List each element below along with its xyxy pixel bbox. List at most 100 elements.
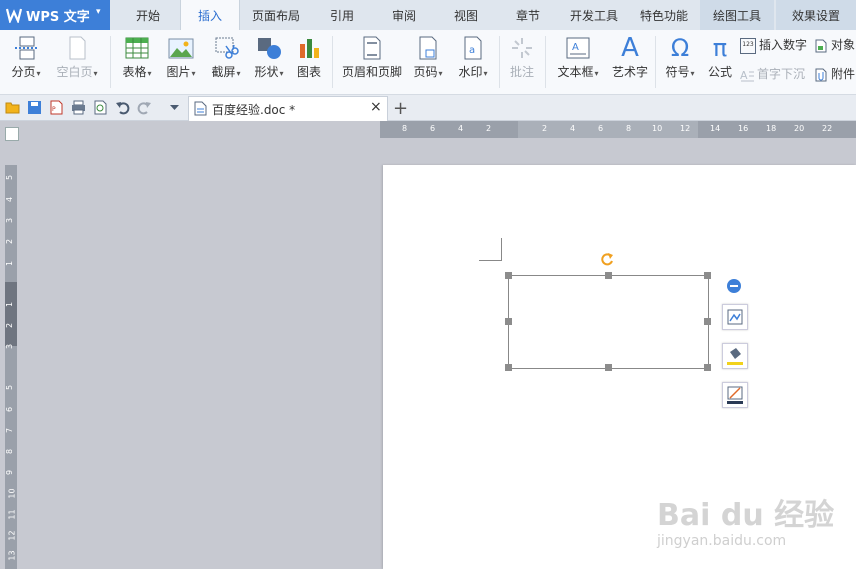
page-break-label: 分页: [11, 65, 36, 79]
redo-icon[interactable]: [137, 100, 152, 115]
header-footer-button[interactable]: 页眉和页脚: [340, 34, 404, 80]
insert-number-button[interactable]: 123 插入数字: [740, 36, 807, 54]
ruler-number: 8: [5, 448, 15, 455]
drop-cap-button[interactable]: A 首字下沉: [740, 65, 805, 82]
page-break-button[interactable]: 分页▾: [6, 34, 46, 80]
table-label: 表格: [122, 65, 147, 79]
wordart-label: 艺术字: [611, 65, 648, 79]
textbox-button[interactable]: A 文本框▾: [553, 34, 603, 80]
export-pdf-icon[interactable]: P: [49, 100, 64, 115]
attachment-button[interactable]: 附件: [814, 65, 855, 82]
ruler-number: 12: [7, 530, 17, 541]
layout-options-icon: [727, 309, 743, 325]
save-icon[interactable]: [27, 100, 42, 115]
picture-button[interactable]: 图片▾: [162, 34, 200, 80]
ruler-number: 6: [5, 406, 15, 413]
tab-effect-settings[interactable]: 效果设置: [776, 0, 856, 30]
svg-text:P: P: [52, 106, 56, 113]
layout-options-button[interactable]: [722, 304, 748, 330]
ruler-number: 2: [486, 124, 492, 133]
tab-references[interactable]: 引用: [318, 0, 366, 30]
shapes-icon: [258, 38, 281, 59]
wps-logo-icon: [6, 8, 22, 23]
ruler-number: 6: [430, 124, 436, 133]
resize-handle-w[interactable]: [505, 318, 512, 325]
resize-handle-ne[interactable]: [704, 272, 711, 279]
horizontal-ruler[interactable]: 8 6 4 2 2 4 6 8 10 12 14 16 18 20 22: [380, 121, 856, 138]
page-number-icon: [419, 36, 437, 60]
document-name: 百度经验.doc *: [212, 103, 296, 117]
chevron-down-icon: ▾: [96, 7, 101, 17]
tab-section[interactable]: 章节: [504, 0, 552, 30]
object-label: 对象: [831, 38, 856, 52]
new-tab-button[interactable]: +: [393, 98, 408, 119]
ruler-tab-selector[interactable]: [5, 127, 19, 141]
watermark-button[interactable]: a 水印▾: [454, 34, 492, 80]
formula-button[interactable]: π 公式: [704, 34, 736, 80]
drop-cap-label: 首字下沉: [757, 67, 806, 81]
resize-handle-n[interactable]: [605, 272, 612, 279]
chart-button[interactable]: 图表: [293, 34, 325, 80]
page-number-button[interactable]: 页码▾: [409, 34, 447, 80]
close-icon[interactable]: ×: [370, 99, 382, 115]
wordart-icon: A: [621, 33, 639, 63]
document-tab[interactable]: 百度经验.doc * ×: [188, 96, 388, 121]
resize-handle-s[interactable]: [605, 364, 612, 371]
symbol-button[interactable]: Ω 符号▾: [661, 34, 699, 80]
header-footer-label: 页眉和页脚: [341, 65, 402, 79]
ruler-number: 10: [7, 488, 17, 499]
ruler-number: 11: [7, 509, 17, 520]
ruler-number: 2: [542, 124, 548, 133]
comment-button[interactable]: 批注: [506, 34, 538, 80]
svg-text:a: a: [469, 45, 475, 56]
collapse-float-toolbar-button[interactable]: [727, 279, 741, 293]
print-preview-icon[interactable]: [93, 100, 108, 115]
outline-color-button[interactable]: [722, 382, 748, 408]
wordart-button[interactable]: A 艺术字: [610, 34, 650, 80]
undo-icon[interactable]: [115, 100, 130, 115]
tab-insert[interactable]: 插入: [180, 0, 240, 31]
symbol-label: 符号: [665, 65, 690, 79]
shapes-button[interactable]: 形状▾: [250, 34, 288, 80]
margin-corner-mark: [479, 238, 502, 261]
blank-page-button[interactable]: 空白页▾: [52, 34, 102, 80]
object-button[interactable]: 对象: [814, 36, 855, 53]
pi-icon: π: [712, 34, 728, 62]
document-icon: [194, 101, 207, 116]
print-icon[interactable]: [71, 100, 86, 115]
tab-special-features[interactable]: 特色功能: [632, 0, 696, 30]
tab-drawing-tools[interactable]: 绘图工具: [700, 0, 774, 30]
resize-handle-se[interactable]: [704, 364, 711, 371]
vertical-ruler[interactable]: 5 4 3 2 1 1 2 3 5 6 7 8 9 10 11 12 13: [5, 165, 17, 569]
selected-textbox[interactable]: [505, 272, 711, 371]
omega-icon: Ω: [670, 34, 690, 62]
ribbon-separator: [499, 36, 500, 88]
tab-page-layout[interactable]: 页面布局: [244, 0, 308, 30]
ruler-number: 10: [652, 124, 663, 133]
ruler-number: 12: [680, 124, 691, 133]
tab-developer[interactable]: 开发工具: [562, 0, 626, 30]
ribbon-insert-panel: 分页▾ 空白页▾ 表格▾ 图片▾ 截屏▾ 形状▾ 图表 页眉和页脚 页码▾ a …: [0, 30, 856, 95]
screenshot-button[interactable]: 截屏▾: [206, 34, 246, 80]
baidu-watermark-logo: Bai du 经验: [657, 498, 835, 533]
resize-handle-sw[interactable]: [505, 364, 512, 371]
screenshot-label: 截屏: [211, 65, 236, 79]
fill-color-button[interactable]: [722, 343, 748, 369]
resize-handle-e[interactable]: [704, 318, 711, 325]
tab-review[interactable]: 审阅: [380, 0, 428, 30]
tab-view[interactable]: 视图: [442, 0, 490, 30]
app-menu-button[interactable]: WPS 文字 ▾: [0, 0, 110, 30]
tab-home[interactable]: 开始: [124, 0, 172, 30]
table-button[interactable]: 表格▾: [118, 34, 156, 80]
resize-handle-nw[interactable]: [505, 272, 512, 279]
ruler-number: 20: [794, 124, 805, 133]
chart-label: 图表: [296, 65, 321, 79]
ruler-number: 2: [5, 322, 15, 329]
ruler-number: 4: [458, 124, 464, 133]
ribbon-separator: [332, 36, 333, 88]
ruler-number: 3: [5, 343, 15, 350]
open-folder-icon[interactable]: [5, 100, 20, 115]
rotate-handle-icon[interactable]: [600, 252, 615, 267]
customize-dropdown-icon[interactable]: [167, 100, 182, 115]
ribbon-separator: [110, 36, 111, 88]
